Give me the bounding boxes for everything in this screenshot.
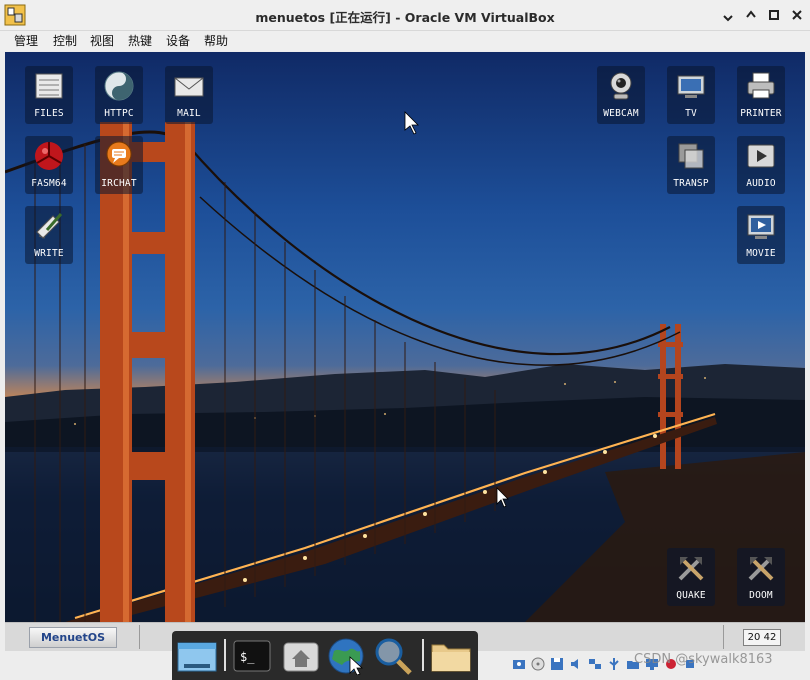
desktop-icon-write[interactable]: WRITE [25, 206, 73, 276]
guest-desktop[interactable]: FILES HTTPC MAIL FASM64 IRCHAT WRITE WEB… [5, 52, 805, 622]
floppy-icon[interactable] [550, 656, 564, 670]
taskbar-divider [139, 625, 140, 649]
desktop-icon-httpc[interactable]: HTTPC [95, 66, 143, 136]
usb-icon[interactable] [607, 656, 621, 670]
icon-label: TV [685, 108, 697, 119]
browser-icon[interactable] [326, 637, 368, 676]
tools-icon [745, 552, 777, 584]
write-icon [33, 210, 65, 242]
printer-icon [745, 70, 777, 102]
taskbar-clock: 20 42 [743, 629, 781, 646]
audio-icon [745, 140, 777, 172]
movie-icon [745, 210, 777, 242]
window-titlebar: menuetos [正在运行] - Oracle VM VirtualBox [0, 0, 810, 31]
icon-label: DOOM [749, 590, 773, 601]
menu-help[interactable]: 帮助 [204, 32, 228, 49]
minimize-icon[interactable] [720, 7, 736, 23]
search-icon[interactable] [372, 637, 414, 675]
menu-devices[interactable]: 设备 [166, 32, 190, 49]
chat-icon [103, 140, 135, 172]
window-title: menuetos [正在运行] - Oracle VM VirtualBox [255, 10, 555, 25]
icon-label: HTTPC [104, 108, 134, 119]
dock-divider [224, 639, 226, 671]
webcam-icon [605, 70, 637, 102]
maximize-icon[interactable] [766, 7, 782, 23]
yin-yang-icon [103, 70, 135, 102]
menu-bar: 管理 控制 视图 热键 设备 帮助 [0, 31, 810, 51]
menu-view[interactable]: 视图 [90, 32, 114, 49]
optical-drive-icon[interactable] [531, 656, 545, 671]
desktop-icon-mail[interactable]: MAIL [165, 66, 213, 136]
files-icon [33, 70, 65, 102]
watermark-text: CSDN @skywalk8163 [634, 652, 773, 667]
restore-icon[interactable] [743, 7, 759, 23]
icon-label: MAIL [177, 108, 201, 119]
folder-icon[interactable] [430, 637, 472, 675]
mail-icon [173, 70, 205, 102]
network-icon[interactable] [588, 656, 602, 670]
icon-label: QUAKE [676, 590, 706, 601]
home-icon[interactable] [280, 637, 322, 675]
transparency-icon [675, 140, 707, 172]
close-icon[interactable] [789, 7, 805, 23]
terminal-prompt: $_ [240, 650, 255, 664]
terminal-icon[interactable]: $_ [232, 637, 274, 675]
desktop-icon-audio[interactable]: AUDIO [737, 136, 785, 206]
desktop-icon-doom[interactable]: DOOM [737, 548, 785, 618]
icon-label: FILES [34, 108, 64, 119]
icon-label: PRINTER [740, 108, 782, 119]
desktop-icon-webcam[interactable]: WEBCAM [597, 66, 645, 136]
application-dock: $_ [172, 631, 478, 680]
icon-label: WEBCAM [603, 108, 639, 119]
icon-label: TRANSP [673, 178, 709, 189]
hard-disk-icon[interactable] [512, 656, 526, 670]
desktop-icon-files[interactable]: FILES [25, 66, 73, 136]
icon-label: MOVIE [746, 248, 776, 259]
desktop-icon-movie[interactable]: MOVIE [737, 206, 785, 276]
menu-hotkeys[interactable]: 热键 [128, 32, 152, 49]
desktop-icon-tv[interactable]: TV [667, 66, 715, 136]
tv-icon [675, 70, 707, 102]
menuetos-start-button[interactable]: MenuetOS [29, 627, 117, 648]
icon-label: WRITE [34, 248, 64, 259]
desktop-icon-irchat[interactable]: IRCHAT [95, 136, 143, 206]
screen-icon[interactable] [176, 637, 218, 675]
menu-control[interactable]: 控制 [53, 32, 77, 49]
tools-icon [675, 552, 707, 584]
dock-divider [422, 639, 424, 671]
desktop-icon-printer[interactable]: PRINTER [737, 66, 785, 136]
icon-label: AUDIO [746, 178, 776, 189]
icon-label: FASM64 [31, 178, 67, 189]
taskbar-divider [723, 625, 724, 649]
desktop-icon-transp[interactable]: TRANSP [667, 136, 715, 206]
audio-status-icon[interactable] [569, 656, 583, 670]
desktop-icon-quake[interactable]: QUAKE [667, 548, 715, 618]
icon-label: IRCHAT [101, 178, 137, 189]
desktop-icon-fasm64[interactable]: FASM64 [25, 136, 73, 206]
menu-manage[interactable]: 管理 [14, 32, 38, 49]
fasm-icon [33, 140, 65, 172]
